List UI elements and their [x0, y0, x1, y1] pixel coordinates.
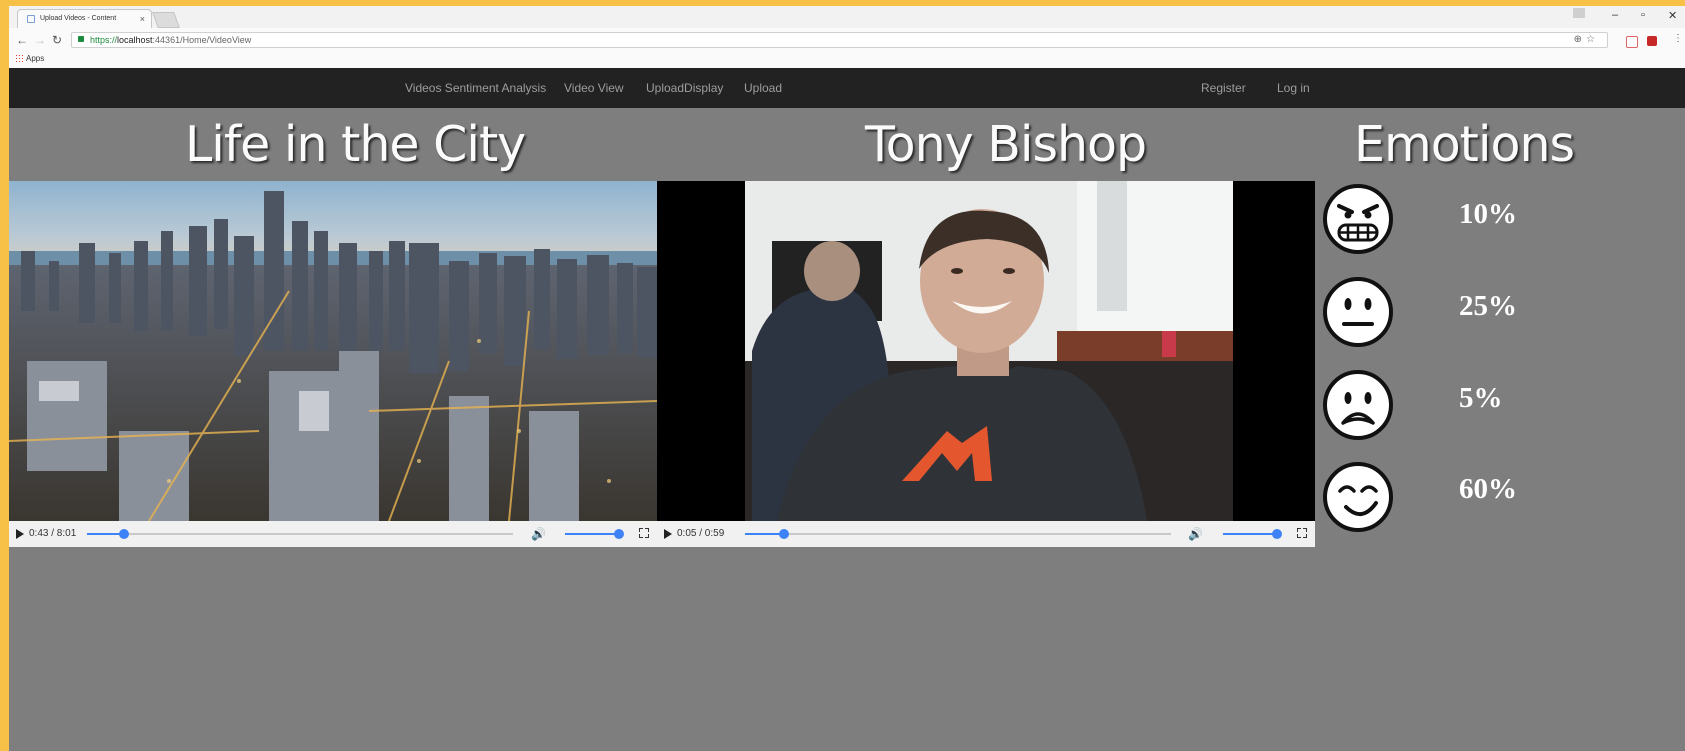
right-video-controls: 0:05 / 0:59 🔊	[657, 521, 1315, 547]
lock-icon	[78, 36, 84, 42]
left-seek-knob[interactable]	[119, 529, 130, 539]
browser-window: Upload Videos - Content × – ▫ ✕ ← → ↻ ht…	[9, 6, 1685, 751]
right-video-title: Tony Bishop	[865, 116, 1147, 173]
bookmarks-bar: Apps	[9, 53, 1685, 69]
happy-face-icon	[1323, 462, 1393, 532]
tab-close-icon[interactable]: ×	[140, 14, 145, 24]
tab-strip: Upload Videos - Content × – ▫ ✕	[9, 6, 1685, 28]
tab-title: Upload Videos - Content	[40, 15, 117, 22]
angry-face-icon	[1323, 184, 1393, 254]
back-arrow-icon[interactable]: ←	[16, 33, 28, 47]
city-video-player[interactable]: 0:43 / 8:01 🔊	[9, 181, 657, 547]
sad-face-icon	[1323, 370, 1393, 440]
nav-link-upload[interactable]: Upload	[744, 81, 782, 95]
emotions-title: Emotions	[1354, 116, 1575, 173]
url-text: https://localhost:44361/Home/VideoView	[90, 35, 252, 45]
reload-icon[interactable]: ↻	[52, 33, 62, 47]
sad-percent: 5%	[1459, 382, 1503, 414]
left-volume-fill	[565, 533, 619, 535]
city-video-frame	[9, 181, 657, 521]
page-favicon-icon	[27, 15, 35, 23]
window-close-button[interactable]: ✕	[1668, 9, 1677, 22]
new-tab-button[interactable]	[152, 12, 180, 28]
right-volume-knob[interactable]	[1272, 529, 1282, 539]
forward-arrow-icon[interactable]: →	[34, 33, 46, 47]
restore-button[interactable]: ▫	[1641, 9, 1645, 21]
extension-badge-icon[interactable]	[1647, 36, 1657, 46]
address-bar[interactable]: https://localhost:44361/Home/VideoView ⊕…	[71, 32, 1608, 48]
minimize-button[interactable]: –	[1612, 9, 1618, 21]
right-volume-slider[interactable]	[1223, 529, 1282, 539]
left-fullscreen-icon[interactable]	[639, 528, 649, 538]
left-volume-slider[interactable]	[565, 529, 624, 539]
right-volume-icon[interactable]: 🔊	[1188, 527, 1203, 541]
nav-link-login[interactable]: Log in	[1277, 81, 1310, 95]
neutral-percent: 25%	[1459, 290, 1517, 322]
right-fullscreen-icon[interactable]	[1297, 528, 1307, 538]
left-volume-icon[interactable]: 🔊	[531, 527, 546, 541]
person-video-player[interactable]: 0:05 / 0:59 🔊	[657, 181, 1315, 547]
nav-link-register[interactable]: Register	[1201, 81, 1246, 95]
profile-icon[interactable]	[1573, 8, 1585, 18]
nav-link-uploaddisplay[interactable]: UploadDisplay	[646, 81, 723, 95]
angry-percent: 10%	[1459, 198, 1517, 230]
left-volume-knob[interactable]	[614, 529, 624, 539]
extension-icon[interactable]	[1626, 36, 1638, 48]
happy-percent: 60%	[1459, 473, 1517, 505]
browser-tab[interactable]: Upload Videos - Content ×	[17, 9, 152, 28]
nav-link-video-view[interactable]: Video View	[564, 81, 624, 95]
left-time-display: 0:43 / 8:01	[29, 528, 77, 539]
site-navbar: Videos Sentiment Analysis Video View Upl…	[9, 68, 1685, 108]
left-video-title: Life in the City	[185, 116, 526, 173]
left-seek-bar[interactable]	[87, 529, 513, 539]
left-play-icon[interactable]	[16, 529, 24, 539]
left-video-controls: 0:43 / 8:01 🔊	[9, 521, 657, 547]
right-seek-knob[interactable]	[779, 529, 790, 539]
apps-label: Apps	[26, 54, 45, 63]
person-video-frame	[657, 181, 1315, 521]
right-time-display: 0:05 / 0:59	[677, 528, 725, 539]
neutral-face-icon	[1323, 277, 1393, 347]
apps-grid-icon	[15, 54, 23, 62]
zoom-star-icons[interactable]: ⊕☆	[1574, 34, 1599, 45]
apps-bookmark[interactable]: Apps	[15, 54, 44, 63]
right-volume-fill	[1223, 533, 1277, 535]
menu-icon[interactable]: ⋮	[1673, 33, 1683, 44]
right-seek-bar[interactable]	[745, 529, 1171, 539]
nav-link-videos-sentiment-analysis[interactable]: Videos Sentiment Analysis	[405, 81, 546, 95]
right-play-icon[interactable]	[664, 529, 672, 539]
toolbar: ← → ↻ https://localhost:44361/Home/Video…	[9, 28, 1685, 54]
